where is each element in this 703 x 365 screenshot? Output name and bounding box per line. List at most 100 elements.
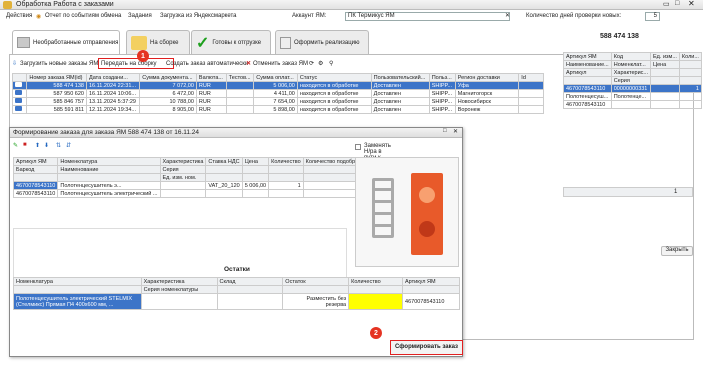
right-cell-1: 00000000331 bbox=[610, 84, 652, 93]
orders-cell bbox=[225, 81, 255, 90]
up-icon[interactable]: ⬆ bbox=[35, 142, 40, 149]
right-cell-0: 4670078543110 bbox=[563, 84, 612, 93]
dialog-cell: Полотенцесушитель э... bbox=[57, 181, 161, 190]
restore-icon[interactable]: □ bbox=[675, 0, 679, 7]
tab-ready[interactable]: ✓ Готовы к отгрузке bbox=[191, 30, 271, 54]
app-icon bbox=[3, 1, 12, 9]
send-to-assembly-button[interactable]: Передать на сборку bbox=[101, 61, 157, 67]
days-field[interactable]: 5 bbox=[645, 12, 660, 21]
top-toolbar: Действия ◉ Отчет по событиям обмена Зада… bbox=[0, 11, 703, 23]
row-status-icon bbox=[11, 89, 28, 98]
orders-header-2: Дата создани... bbox=[85, 73, 141, 82]
check-icon: ✓ bbox=[196, 34, 210, 52]
stock-cell-remaining: Разместить без резерва bbox=[282, 293, 350, 310]
dialog-cell bbox=[205, 189, 243, 198]
tab-unprocessed[interactable]: Необработанные отправления bbox=[12, 30, 120, 54]
minimize-icon[interactable]: ▭ bbox=[663, 0, 670, 8]
orders-cell: RUR bbox=[195, 97, 227, 106]
tab-realization[interactable]: Оформить реализацию bbox=[275, 30, 369, 54]
load-market-button[interactable]: Загрузка из Яндексмаркета bbox=[160, 13, 237, 19]
cancel-icon: ✕ bbox=[246, 61, 252, 67]
dialog-maximize-icon[interactable]: □ bbox=[443, 128, 447, 134]
dialog-cell: 5 006,00 bbox=[241, 181, 270, 190]
account-label: Аккаунт ЯМ: bbox=[292, 13, 327, 19]
orders-cell: находится в обработке bbox=[296, 81, 372, 90]
orders-cell: 585 591 811 bbox=[26, 105, 87, 114]
sort-desc-icon[interactable]: ⇵ bbox=[66, 142, 71, 149]
row-status-icon bbox=[11, 105, 28, 114]
close-button[interactable]: Закрыть bbox=[661, 246, 693, 256]
table-row[interactable]: 4670078543110 Полотенцесушитель электриче… bbox=[12, 189, 368, 198]
orders-cell bbox=[225, 105, 255, 114]
dialog-header-2-2: Серия bbox=[159, 165, 207, 174]
table-row[interactable]: 585 846 757 13.11.2024 5:37:29 10 788,00 RU… bbox=[11, 97, 544, 106]
report-button[interactable]: Отчет по событиям обмена bbox=[45, 13, 121, 19]
settings-icon[interactable]: ⚙ bbox=[318, 60, 323, 67]
orders-header-7: Статус bbox=[296, 73, 372, 82]
delete-icon[interactable]: ■ bbox=[23, 142, 27, 148]
right-header-2-0: Наименование... bbox=[563, 60, 612, 69]
dialog-header-2-3 bbox=[205, 165, 243, 174]
table-row[interactable]: 4670078543110 bbox=[563, 100, 702, 109]
actions-menu[interactable]: Действия bbox=[6, 13, 32, 19]
order-number-header: 588 474 138 bbox=[600, 33, 639, 40]
window-title-bar: Обработка Работа с заказами ▭ □ ✕ bbox=[0, 0, 703, 10]
orders-cell: RUR bbox=[195, 105, 227, 114]
orders-cell: Уфа bbox=[454, 81, 520, 90]
cancel-order-button[interactable]: Отменить заказ ЯМ bbox=[253, 61, 308, 67]
form-order-button[interactable]: Сформировать заказ bbox=[390, 340, 463, 355]
table-row[interactable]: 4670078543110 Полотенцесушитель э... VAT_2… bbox=[12, 181, 368, 190]
edit-icon[interactable]: ✎ bbox=[13, 142, 18, 149]
tab-assembly[interactable]: На сборке bbox=[126, 30, 190, 54]
dialog-header-1-3: Ставка НДС bbox=[205, 157, 243, 166]
load-new-button[interactable]: Загрузить новые заказы ЯМ bbox=[20, 61, 98, 67]
orders-cell: находится в обработке bbox=[296, 105, 372, 114]
orders-cell: 12.11.2024 19:34... bbox=[85, 105, 141, 114]
account-clear-icon[interactable]: ✕ bbox=[505, 12, 510, 19]
table-row[interactable]: 4670078543110 00000000331 1 bbox=[563, 84, 702, 93]
product-image bbox=[355, 157, 459, 267]
dialog-header-2-1: Наименование bbox=[57, 165, 161, 174]
stock-cell-quantity[interactable] bbox=[348, 293, 404, 310]
table-row[interactable]: 585 591 811 12.11.2024 19:34... 8 905,00 RU… bbox=[11, 105, 544, 114]
table-row[interactable]: Полотенцесуш... Полотенце... bbox=[563, 92, 702, 101]
right-header-1-0: Артикул ЯМ bbox=[563, 52, 612, 61]
right-header-3-0: Артикул bbox=[563, 68, 612, 77]
orders-cell: 4 411,00 bbox=[253, 89, 298, 98]
orders-header-9: Польз... bbox=[428, 73, 456, 82]
right-header-4-3 bbox=[678, 76, 702, 85]
orders-cell: Новосибирск bbox=[454, 97, 520, 106]
refresh-icon[interactable]: ⟳ bbox=[309, 60, 314, 67]
stock-header-1-2: Склад bbox=[216, 277, 284, 286]
orders-cell: 10 788,00 bbox=[139, 97, 197, 106]
dialog-cell: Полотенцесушитель электрический ... bbox=[57, 189, 161, 198]
right-header-4-0 bbox=[563, 76, 612, 85]
stock-title: Остатки bbox=[224, 266, 250, 273]
right-header-2-3 bbox=[678, 60, 702, 69]
table-row[interactable]: 588 474 138 16.11.2024 22:31... 7 072,00 RU… bbox=[11, 81, 544, 90]
dialog-cell: 1 bbox=[268, 181, 304, 190]
dialog-header-3-3 bbox=[205, 173, 243, 182]
orders-cell: 588 474 138 bbox=[26, 81, 87, 90]
right-header-1-1: Код bbox=[610, 52, 652, 61]
dialog-header-3-2: Ед. изм. ном. bbox=[159, 173, 207, 182]
down-icon[interactable]: ⬇ bbox=[44, 142, 49, 149]
orders-header-10: Регион доставки bbox=[454, 73, 520, 82]
dialog-header-1-1: Номенклатура bbox=[57, 157, 161, 166]
orders-action-bar: ⇩ Загрузить новые заказы ЯМ Передать на … bbox=[12, 58, 352, 69]
filter-icon[interactable]: ⚲ bbox=[329, 60, 333, 67]
tasks-menu[interactable]: Задания bbox=[128, 13, 152, 19]
right-header-4-2 bbox=[650, 76, 680, 85]
orders-cell: Доставлен bbox=[370, 89, 430, 98]
dialog-close-icon[interactable]: ✕ bbox=[453, 128, 458, 135]
table-row[interactable]: 587 950 620 16.11.2024 10:06... 6 472,00 RU… bbox=[11, 89, 544, 98]
right-header-1-2: Ед. изм... bbox=[650, 52, 680, 61]
row-status-icon bbox=[11, 81, 28, 90]
close-icon[interactable]: ✕ bbox=[688, 0, 695, 8]
account-field[interactable]: ПК Термикус ЯМ bbox=[345, 12, 510, 21]
create-auto-button[interactable]: Создать заказ автоматически bbox=[166, 61, 248, 67]
sort-asc-icon[interactable]: ⇅ bbox=[56, 142, 61, 149]
stock-cell-nomenclature[interactable]: Полотенцесушитель электрический STELMIX … bbox=[13, 293, 142, 310]
replace-checkbox[interactable] bbox=[355, 144, 361, 150]
load-icon: ⇩ bbox=[12, 61, 18, 67]
